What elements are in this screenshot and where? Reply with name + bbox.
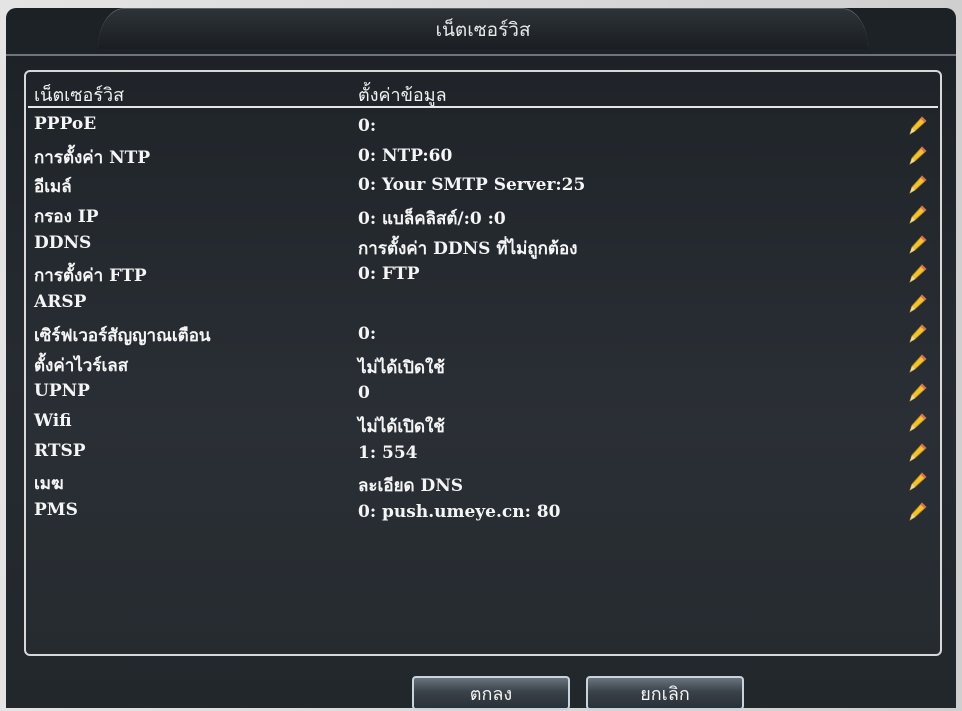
- pencil-icon[interactable]: [906, 233, 928, 255]
- table-row[interactable]: อีเมล์ 0: Your SMTP Server:25: [28, 171, 938, 201]
- button-bar: ตกลง ยกเลิก: [6, 672, 956, 711]
- pencil-icon[interactable]: [906, 381, 928, 403]
- pencil-icon[interactable]: [906, 352, 928, 374]
- service-value: 0:: [358, 116, 377, 136]
- ok-button[interactable]: ตกลง: [412, 676, 570, 710]
- table-header: เน็ตเซอร์วิส ตั้งค่าข้อมูล: [28, 78, 938, 108]
- service-name: Wifi: [34, 410, 72, 431]
- table-row[interactable]: กรอง IP 0: แบล็คลิสต์/:0 :0: [28, 201, 938, 231]
- service-value: 0:: [358, 323, 377, 344]
- service-value: 0: Your SMTP Server:25: [358, 175, 586, 196]
- pencil-icon[interactable]: [906, 173, 928, 195]
- pencil-icon[interactable]: [906, 441, 928, 463]
- pencil-icon[interactable]: [906, 500, 928, 522]
- service-name: DDNS: [34, 232, 92, 253]
- table-row[interactable]: ARSP: [28, 290, 938, 320]
- pencil-icon[interactable]: [906, 292, 928, 314]
- service-name: PPPoE: [34, 114, 97, 134]
- header-setting-info: ตั้งค่าข้อมูล: [358, 85, 447, 106]
- service-value: 1: 554: [358, 442, 418, 463]
- service-value: 0: FTP: [358, 264, 420, 285]
- table-row[interactable]: เมฆ ละเอียด DNS: [28, 468, 938, 498]
- service-value: 0: แบล็คลิสต์/:0 :0: [358, 209, 506, 230]
- pencil-icon[interactable]: [906, 322, 928, 344]
- service-value: ละเอียด DNS: [358, 476, 464, 497]
- table-row[interactable]: เซิร์ฟเวอร์สัญญาณเตือน 0:: [28, 320, 938, 350]
- service-name: เซิร์ฟเวอร์สัญญาณเตือน: [34, 325, 211, 346]
- service-value: 0: NTP:60: [358, 145, 453, 166]
- pencil-icon[interactable]: [906, 144, 928, 166]
- service-name: ARSP: [34, 292, 87, 313]
- service-table: เน็ตเซอร์วิส ตั้งค่าข้อมูล PPPoE 0: การตั้…: [24, 70, 942, 656]
- window-title: เน็ตเซอร์วิส: [435, 19, 531, 41]
- table-row[interactable]: การตั้งค่า FTP 0: FTP: [28, 260, 938, 290]
- service-value: ไม่ได้เปิดใช้: [358, 357, 445, 378]
- table-body: PPPoE 0: การตั้งค่า NTP 0: NTP:60 อีเมล์ 0: Y…: [28, 112, 938, 528]
- service-name: ตั้งค่าไวร์เลส: [34, 355, 129, 376]
- table-row[interactable]: ตั้งค่าไวร์เลส ไม่ได้เปิดใช้: [28, 350, 938, 380]
- service-name: อีเมล์: [34, 177, 72, 198]
- service-value: 0: push.umeye.cn: 80: [358, 501, 561, 522]
- service-name: เมฆ: [34, 474, 64, 495]
- title-divider: [6, 54, 956, 56]
- table-row[interactable]: UPNP 0: [28, 379, 938, 409]
- service-value: 0: [358, 383, 370, 404]
- table-row[interactable]: PPPoE 0:: [28, 112, 938, 142]
- service-name: UPNP: [34, 381, 90, 402]
- pencil-icon[interactable]: [906, 203, 928, 225]
- network-service-window: เน็ตเซอร์วิส เน็ตเซอร์วิส ตั้งค่าข้อมูล …: [6, 8, 956, 711]
- header-service-name: เน็ตเซอร์วิส: [34, 85, 125, 106]
- service-name: การตั้งค่า NTP: [34, 147, 151, 168]
- pencil-icon[interactable]: [906, 411, 928, 433]
- cancel-button[interactable]: ยกเลิก: [586, 676, 744, 710]
- table-row[interactable]: การตั้งค่า NTP 0: NTP:60: [28, 142, 938, 172]
- service-name: การตั้งค่า FTP: [34, 266, 147, 287]
- table-row[interactable]: RTSP 1: 554: [28, 439, 938, 469]
- service-name: PMS: [34, 499, 78, 520]
- pencil-icon[interactable]: [906, 114, 928, 136]
- service-name: RTSP: [34, 440, 86, 461]
- service-value: การตั้งค่า DDNS ที่ไม่ถูกต้อง: [358, 238, 578, 259]
- service-name: กรอง IP: [34, 207, 99, 228]
- pencil-icon[interactable]: [906, 262, 928, 284]
- pencil-icon[interactable]: [906, 470, 928, 492]
- screen: เน็ตเซอร์วิส เน็ตเซอร์วิส ตั้งค่าข้อมูล …: [0, 0, 962, 711]
- table-row[interactable]: DDNS การตั้งค่า DDNS ที่ไม่ถูกต้อง: [28, 231, 938, 261]
- title-bar: เน็ตเซอร์วิส: [98, 8, 868, 49]
- table-row[interactable]: PMS 0: push.umeye.cn: 80: [28, 498, 938, 528]
- service-value: ไม่ได้เปิดใช้: [358, 416, 445, 437]
- table-row[interactable]: Wifi ไม่ได้เปิดใช้: [28, 409, 938, 439]
